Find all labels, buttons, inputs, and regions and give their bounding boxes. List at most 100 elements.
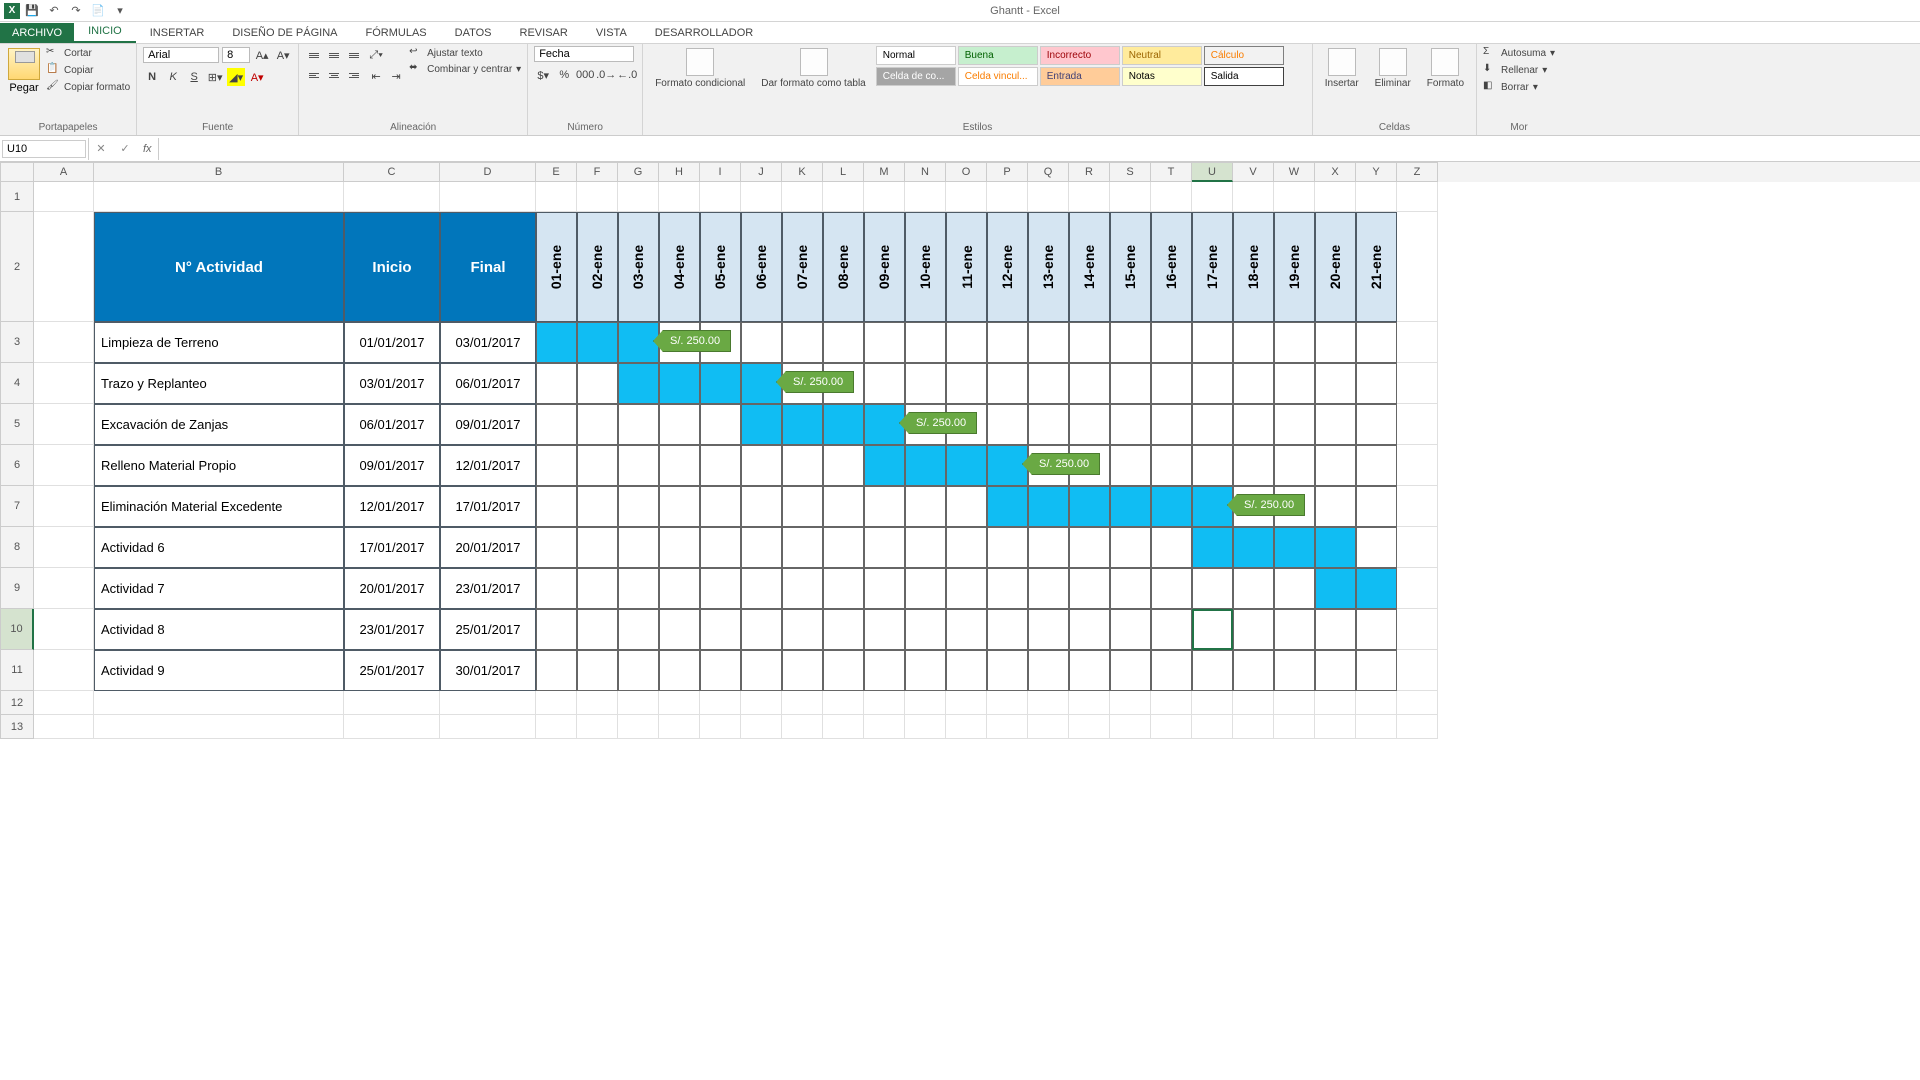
cell[interactable] [536, 363, 577, 404]
row-header-9[interactable]: 9 [0, 568, 34, 609]
cell[interactable] [536, 691, 577, 715]
cell[interactable] [440, 715, 536, 739]
cell[interactable] [1315, 650, 1356, 691]
cell[interactable] [1028, 715, 1069, 739]
cell[interactable] [1397, 527, 1438, 568]
cell[interactable] [577, 404, 618, 445]
cell[interactable] [1397, 212, 1438, 322]
cell[interactable] [1315, 568, 1356, 609]
cell[interactable] [987, 715, 1028, 739]
cell[interactable] [1192, 568, 1233, 609]
cell[interactable] [1274, 445, 1315, 486]
cell[interactable] [659, 445, 700, 486]
cell[interactable] [536, 568, 577, 609]
cell[interactable] [700, 568, 741, 609]
cell[interactable] [659, 650, 700, 691]
cell[interactable] [987, 363, 1028, 404]
cell[interactable] [946, 650, 987, 691]
activity-name-cell[interactable]: Trazo y Replanteo [94, 363, 344, 404]
qat-new-button[interactable]: 📄 [88, 2, 108, 20]
cell[interactable] [577, 609, 618, 650]
cell[interactable] [1069, 322, 1110, 363]
cell[interactable] [823, 715, 864, 739]
column-header-A[interactable]: A [34, 162, 94, 182]
cell[interactable] [1315, 609, 1356, 650]
tab-desarrollador[interactable]: DESARROLLADOR [641, 23, 767, 43]
cell[interactable] [1110, 486, 1151, 527]
cell[interactable] [536, 527, 577, 568]
cell[interactable] [905, 650, 946, 691]
activity-name-cell[interactable]: Actividad 8 [94, 609, 344, 650]
cell[interactable] [905, 445, 946, 486]
cell[interactable] [946, 363, 987, 404]
cell[interactable] [823, 404, 864, 445]
cell[interactable] [1274, 568, 1315, 609]
tab-inicio[interactable]: INICIO [74, 21, 136, 43]
cell[interactable] [1356, 363, 1397, 404]
cell[interactable] [618, 486, 659, 527]
date-header-cell[interactable]: 16-ene [1151, 212, 1192, 322]
cell[interactable] [987, 182, 1028, 212]
cell[interactable] [618, 322, 659, 363]
cell[interactable] [700, 527, 741, 568]
autosum-button[interactable]: ΣAutosuma ▾ [1483, 46, 1555, 60]
cell[interactable] [946, 486, 987, 527]
cell[interactable] [1356, 486, 1397, 527]
cell[interactable] [34, 568, 94, 609]
qat-redo-button[interactable]: ↷ [66, 2, 86, 20]
cell[interactable] [823, 486, 864, 527]
cell[interactable] [1110, 650, 1151, 691]
cell[interactable] [618, 715, 659, 739]
cell[interactable] [1233, 363, 1274, 404]
cell[interactable]: 17/01/2017 [344, 527, 440, 568]
qat-save-button[interactable]: 💾 [22, 2, 42, 20]
tab-insertar[interactable]: INSERTAR [136, 23, 219, 43]
increase-font-button[interactable]: A▴ [253, 46, 271, 64]
cell[interactable] [577, 445, 618, 486]
increase-decimal-button[interactable]: .0→ [597, 66, 615, 84]
activity-name-cell[interactable]: Eliminación Material Excedente [94, 486, 344, 527]
cell[interactable] [905, 486, 946, 527]
style-celda[interactable]: Celda de co... [876, 67, 956, 86]
cell[interactable]: 12/01/2017 [344, 486, 440, 527]
column-header-X[interactable]: X [1315, 162, 1356, 182]
align-left-button[interactable] [305, 66, 323, 84]
percent-button[interactable]: % [555, 66, 573, 84]
cell[interactable] [618, 527, 659, 568]
column-header-D[interactable]: D [440, 162, 536, 182]
column-header-G[interactable]: G [618, 162, 659, 182]
cell[interactable] [659, 527, 700, 568]
column-header-L[interactable]: L [823, 162, 864, 182]
underline-button[interactable]: S [185, 68, 203, 86]
cell[interactable] [741, 715, 782, 739]
cell[interactable] [1233, 527, 1274, 568]
cell[interactable] [659, 691, 700, 715]
cell[interactable] [1110, 527, 1151, 568]
cell[interactable] [1110, 568, 1151, 609]
cell[interactable] [1233, 404, 1274, 445]
cell[interactable] [1151, 568, 1192, 609]
activity-name-cell[interactable]: Actividad 7 [94, 568, 344, 609]
cell[interactable] [1315, 445, 1356, 486]
cell[interactable] [1356, 715, 1397, 739]
cell[interactable] [344, 715, 440, 739]
cell[interactable] [741, 322, 782, 363]
cell[interactable] [1397, 568, 1438, 609]
cell[interactable] [700, 691, 741, 715]
cell[interactable] [823, 182, 864, 212]
cell[interactable] [946, 527, 987, 568]
cell[interactable] [946, 322, 987, 363]
cell[interactable] [987, 691, 1028, 715]
cell[interactable] [1274, 404, 1315, 445]
align-bottom-button[interactable] [345, 46, 363, 64]
column-header-J[interactable]: J [741, 162, 782, 182]
cell[interactable] [905, 182, 946, 212]
cell[interactable]: 12/01/2017 [440, 445, 536, 486]
cell[interactable] [1069, 609, 1110, 650]
cell[interactable] [577, 715, 618, 739]
cell[interactable] [1192, 527, 1233, 568]
cell[interactable] [987, 609, 1028, 650]
cell[interactable] [1233, 445, 1274, 486]
row-header-5[interactable]: 5 [0, 404, 34, 445]
cell[interactable] [1192, 486, 1233, 527]
